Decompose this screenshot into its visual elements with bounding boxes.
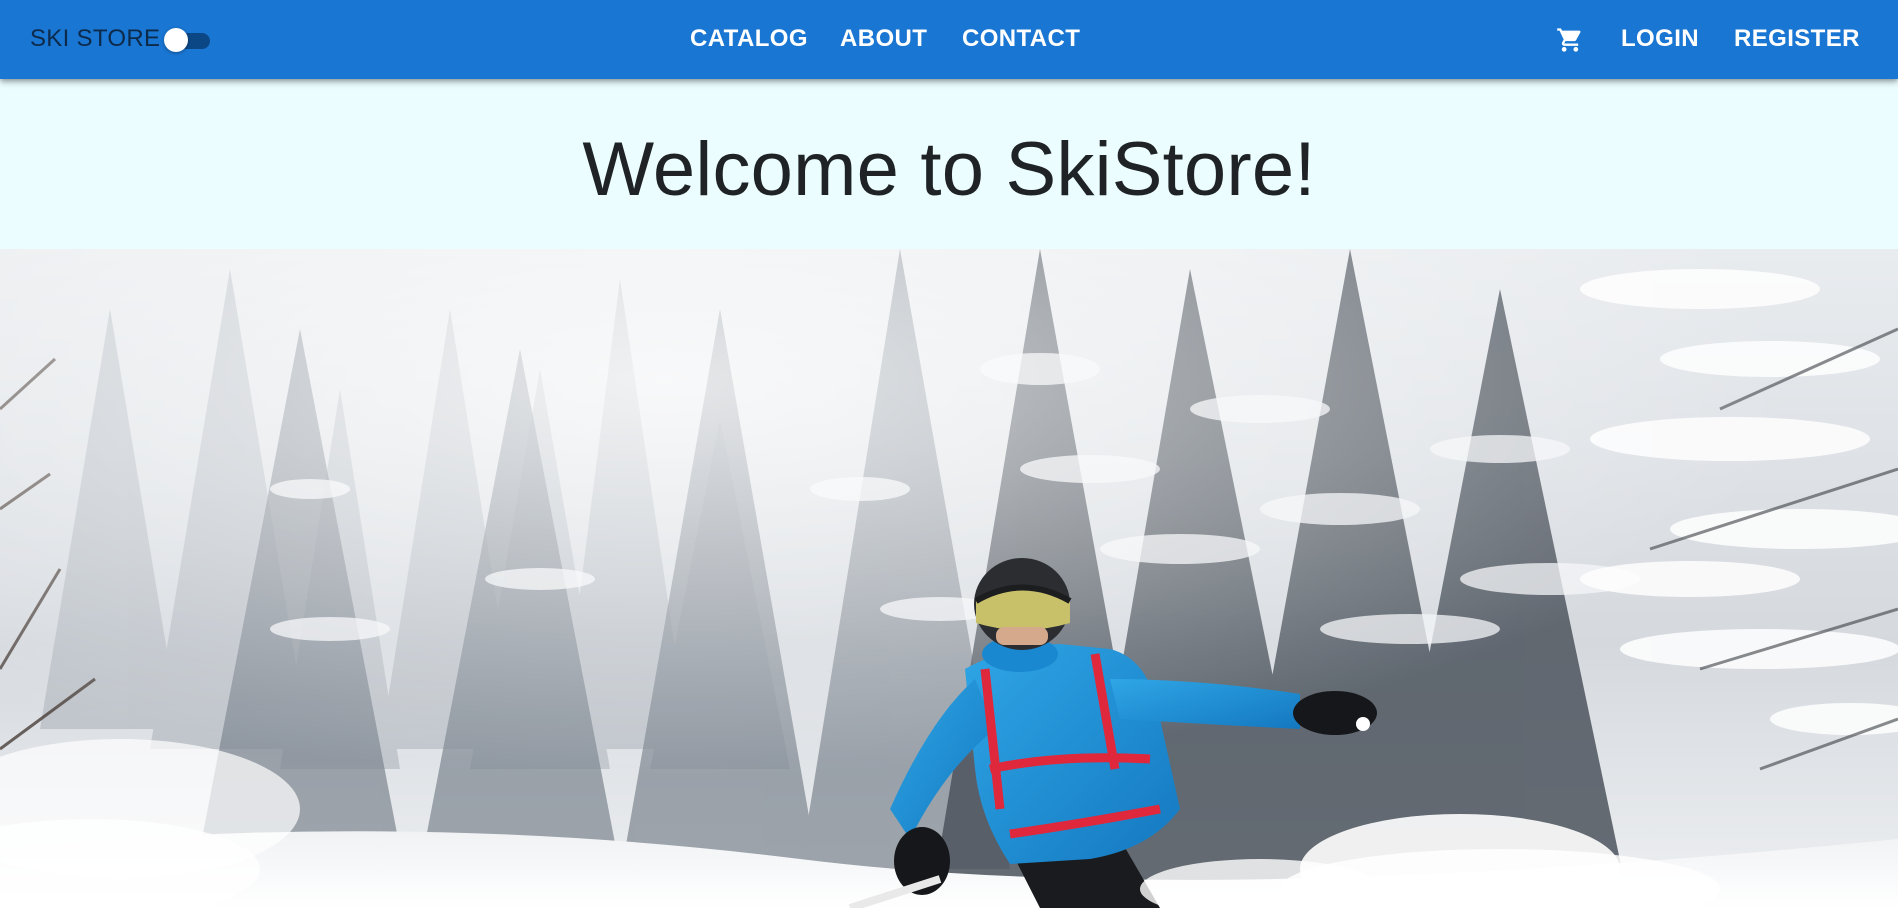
page-title: Welcome to SkiStore! [582, 127, 1316, 212]
welcome-band: Welcome to SkiStore! [0, 79, 1898, 249]
nav-contact-link[interactable]: CONTACT [962, 24, 1080, 54]
main-nav: CATALOG ABOUT CONTACT LOGIN REGISTER [0, 0, 1898, 79]
brand-name: SKI STORE [30, 25, 161, 52]
nav-register-link[interactable]: REGISTER [1734, 24, 1860, 54]
nav-catalog-link[interactable]: CATALOG [690, 24, 808, 54]
app-bar: SKI STORE CATALOG ABOUT CONTACT LOGIN RE… [0, 0, 1898, 79]
shopping-cart-icon[interactable] [1556, 26, 1584, 54]
theme-toggle[interactable] [164, 26, 212, 52]
skier-hero-image [0, 249, 1898, 908]
theme-toggle-thumb [164, 28, 188, 52]
nav-login-link[interactable]: LOGIN [1621, 24, 1699, 54]
nav-about-link[interactable]: ABOUT [840, 24, 927, 54]
